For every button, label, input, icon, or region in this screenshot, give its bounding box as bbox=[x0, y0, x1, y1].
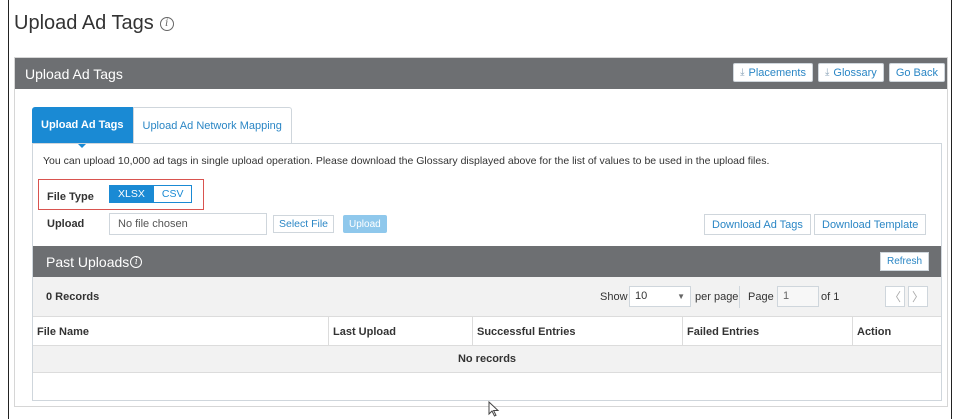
refresh-button[interactable]: Refresh bbox=[879, 252, 929, 271]
file-type-xlsx-button[interactable]: XLSX bbox=[109, 185, 154, 203]
column-header-last-upload[interactable]: Last Upload bbox=[329, 317, 473, 345]
table-header: File Name Last Upload Successful Entries… bbox=[33, 317, 941, 346]
chevron-right-icon: 〉 bbox=[911, 290, 924, 304]
past-uploads-section: Past Uploads i Refresh 0 Records Show 10… bbox=[33, 246, 941, 400]
show-label: Show bbox=[600, 291, 628, 303]
records-count: 0 Records bbox=[46, 291, 100, 303]
column-header-action: Action bbox=[857, 326, 892, 338]
records-toolbar: 0 Records Show 10 ▼ per page Page 1 of 1… bbox=[33, 277, 941, 317]
prev-page-button[interactable]: 〈 bbox=[885, 286, 905, 307]
column-header-file-name[interactable]: File Name bbox=[33, 317, 329, 345]
upload-ad-tags-panel: Upload Ad Tags ⤓ Placements ⤓ Glossary G… bbox=[14, 57, 948, 407]
past-uploads-title: Past Uploads bbox=[46, 253, 130, 270]
chevron-left-icon: 〈 bbox=[888, 290, 901, 304]
panel-title: Upload Ad Tags bbox=[25, 65, 123, 82]
file-type-toggle: XLSX CSV bbox=[109, 185, 193, 203]
page-size-value: 10 bbox=[635, 290, 648, 302]
file-input[interactable]: No file chosen bbox=[109, 213, 267, 235]
no-records-row: No records bbox=[33, 346, 941, 373]
download-icon: ⤓ bbox=[740, 67, 745, 78]
go-back-button[interactable]: Go Back bbox=[888, 63, 945, 82]
page-number-input[interactable]: 1 bbox=[777, 286, 819, 307]
page-total-label: of 1 bbox=[821, 291, 840, 303]
upload-button[interactable]: Upload bbox=[343, 215, 387, 233]
info-icon[interactable]: i bbox=[130, 255, 143, 268]
download-ad-tags-button[interactable]: Download Ad Tags bbox=[704, 214, 811, 235]
column-header-failed-entries[interactable]: Failed Entries bbox=[683, 317, 853, 345]
tab-upload-ad-tags[interactable]: Upload Ad Tags bbox=[32, 107, 133, 148]
placements-button[interactable]: ⤓ Placements bbox=[733, 63, 813, 82]
info-icon[interactable]: i bbox=[159, 16, 174, 31]
page-title: Upload Ad Tags i bbox=[14, 12, 174, 35]
page-size-select[interactable]: 10 ▼ bbox=[629, 286, 691, 307]
tab-bar: Upload Ad Tags Upload Ad Network Mapping bbox=[32, 107, 292, 148]
download-template-button[interactable]: Download Template bbox=[814, 214, 927, 235]
tab-content: You can upload 10,000 ad tags in single … bbox=[32, 143, 942, 401]
header-buttons: ⤓ Placements ⤓ Glossary Go Back bbox=[733, 63, 945, 82]
download-icon: ⤓ bbox=[824, 67, 830, 78]
column-header-successful-entries[interactable]: Successful Entries bbox=[473, 317, 683, 345]
divider bbox=[739, 286, 740, 308]
select-file-button[interactable]: Select File bbox=[273, 215, 335, 233]
placements-label: Placements bbox=[748, 66, 806, 79]
per-page-label: per page bbox=[695, 291, 739, 303]
window-border-right bbox=[951, 0, 952, 419]
upload-label: Upload bbox=[47, 218, 85, 230]
tab-upload-ad-network-mapping[interactable]: Upload Ad Network Mapping bbox=[132, 107, 292, 143]
page-title-text: Upload Ad Tags bbox=[14, 12, 154, 34]
past-uploads-header: Past Uploads i Refresh bbox=[33, 246, 941, 277]
caret-down-icon: ▼ bbox=[677, 292, 685, 301]
empty-row bbox=[33, 373, 941, 400]
panel-header: Upload Ad Tags ⤓ Placements ⤓ Glossary G… bbox=[15, 58, 947, 89]
glossary-button[interactable]: ⤓ Glossary bbox=[817, 63, 884, 82]
page-label: Page bbox=[748, 291, 774, 303]
file-type-csv-button[interactable]: CSV bbox=[153, 185, 193, 203]
mouse-cursor-icon bbox=[488, 400, 500, 419]
next-page-button[interactable]: 〉 bbox=[908, 286, 928, 307]
upload-description: You can upload 10,000 ad tags in single … bbox=[43, 155, 770, 167]
glossary-label: Glossary bbox=[833, 66, 877, 79]
window-border-left bbox=[8, 0, 9, 419]
file-type-label: File Type bbox=[47, 191, 94, 203]
